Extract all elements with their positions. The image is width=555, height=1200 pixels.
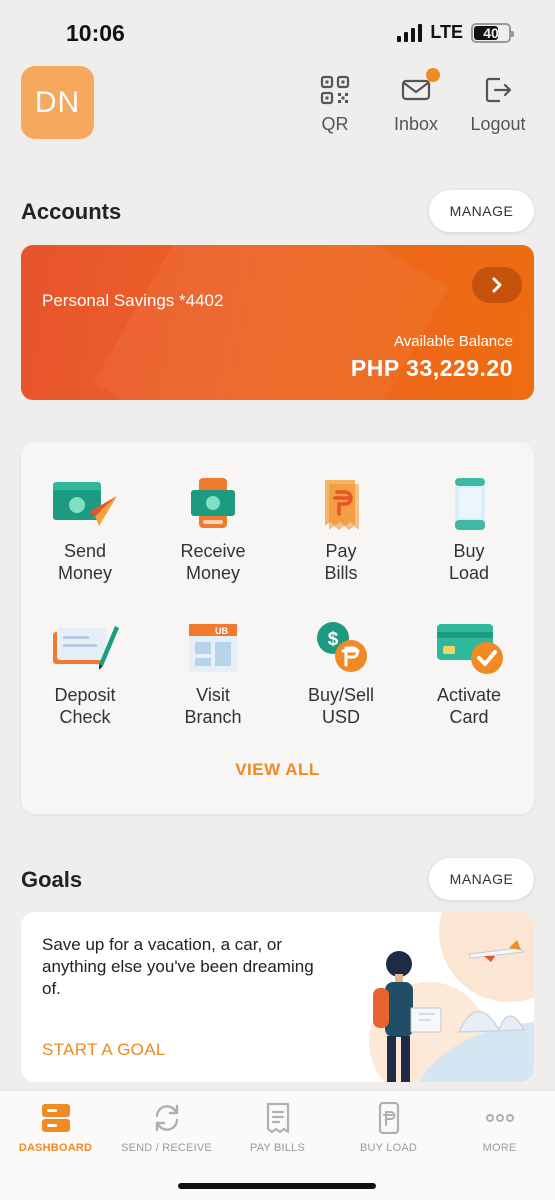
action-label-line2: USD <box>321 707 360 727</box>
nav-send-receive[interactable]: SEND / RECEIVE <box>111 1101 222 1154</box>
action-visit-branch[interactable]: UB Visit Branch <box>149 620 277 728</box>
logout-label: Logout <box>470 114 526 134</box>
action-label-line1: Receive <box>180 541 246 561</box>
qr-code-icon <box>319 74 351 106</box>
action-label-line2: Branch <box>184 707 242 727</box>
action-activate-card[interactable]: Activate Card <box>405 620 533 728</box>
deposit-check-icon <box>49 620 121 676</box>
mail-icon <box>400 68 440 106</box>
svg-text:$: $ <box>328 629 339 650</box>
action-label-line1: Buy/Sell <box>307 685 375 705</box>
send-money-icon <box>49 476 121 532</box>
action-label-line1: Deposit <box>54 685 116 705</box>
action-label-line2: Check <box>59 707 111 727</box>
goals-manage-button[interactable]: MANAGE <box>429 858 534 900</box>
action-label-line1: Buy <box>453 541 485 561</box>
action-pay-bills[interactable]: Pay Bills <box>277 476 405 584</box>
app-header: DN QR Inbox Logout <box>0 62 555 147</box>
phone-load-icon <box>372 1101 406 1135</box>
action-deposit-check[interactable]: Deposit Check <box>21 620 149 728</box>
account-card[interactable]: Personal Savings *4402 Available Balance… <box>21 245 534 400</box>
action-label-line2: Bills <box>324 563 358 583</box>
chevron-right-icon <box>492 277 502 293</box>
nav-more[interactable]: MORE <box>444 1101 555 1154</box>
svg-text:UB: UB <box>215 626 228 636</box>
nav-label: SEND / RECEIVE <box>121 1142 212 1154</box>
notification-badge <box>426 68 440 82</box>
action-label-line2: Money <box>57 563 113 583</box>
inbox-button[interactable]: Inbox <box>376 68 456 135</box>
nav-dashboard[interactable]: DASHBOARD <box>0 1101 111 1154</box>
pay-bills-icon <box>305 476 377 532</box>
account-details-button[interactable] <box>472 267 522 303</box>
accounts-manage-button[interactable]: MANAGE <box>429 190 534 232</box>
action-buy-sell-usd[interactable]: $ Buy/Sell USD <box>277 620 405 728</box>
action-label-line2: Money <box>185 563 241 583</box>
nav-pay-bills[interactable]: PAY BILLS <box>222 1101 333 1154</box>
account-name: Personal Savings *4402 <box>42 291 224 310</box>
refresh-icon <box>150 1101 184 1135</box>
dashboard-icon <box>39 1101 73 1135</box>
quick-actions-card: Send Money Receive Money Pay Bills Buy L… <box>21 442 534 814</box>
action-buy-load[interactable]: Buy Load <box>405 476 533 584</box>
goals-card: Save up for a vacation, a car, or anythi… <box>21 912 534 1082</box>
action-label-line2: Load <box>448 563 490 583</box>
signal-icon <box>397 23 423 42</box>
nav-buy-load[interactable]: BUY LOAD <box>333 1101 444 1154</box>
buy-load-icon <box>433 476 505 532</box>
network-type: LTE <box>430 22 463 42</box>
action-label-line1: Send <box>63 541 107 561</box>
goals-title: Goals <box>21 867 83 892</box>
qr-button[interactable]: QR <box>295 74 375 135</box>
action-label-line1: Activate <box>436 685 502 705</box>
action-receive-money[interactable]: Receive Money <box>149 476 277 584</box>
qr-label: QR <box>321 114 349 134</box>
action-label-line1: Visit <box>196 685 230 705</box>
logout-icon <box>482 74 514 106</box>
logout-button[interactable]: Logout <box>458 74 538 135</box>
action-label-line1: Pay <box>325 541 357 561</box>
available-balance-label: Available Balance <box>394 333 513 350</box>
nav-label: PAY BILLS <box>249 1142 305 1154</box>
nav-label: BUY LOAD <box>359 1142 418 1154</box>
receive-money-icon <box>177 476 249 532</box>
status-time: 10:06 <box>66 20 125 46</box>
status-bar: 10:06 LTE 40 <box>0 0 555 62</box>
nav-label: MORE <box>482 1142 517 1154</box>
avatar[interactable]: DN <box>21 66 94 139</box>
status-indicators: LTE 40 <box>397 22 514 43</box>
buy-sell-usd-icon: $ <box>305 620 377 676</box>
receipt-icon <box>261 1101 295 1135</box>
accounts-title: Accounts <box>21 199 122 224</box>
action-label-line2: Card <box>449 707 489 727</box>
goals-description: Save up for a vacation, a car, or anythi… <box>42 935 314 998</box>
action-send-money[interactable]: Send Money <box>21 476 149 584</box>
battery-level: 40 <box>483 24 499 41</box>
inbox-label: Inbox <box>393 114 439 134</box>
traveler-illustration-icon <box>369 912 534 1082</box>
activate-card-icon <box>433 620 505 676</box>
battery-icon: 40 <box>471 22 514 43</box>
nav-label: DASHBOARD <box>18 1142 93 1154</box>
visit-branch-icon: UB <box>177 620 249 676</box>
more-dots-icon <box>483 1101 517 1135</box>
start-goal-link[interactable]: START A GOAL <box>42 1040 166 1060</box>
view-all-link[interactable]: VIEW ALL <box>21 760 534 780</box>
account-balance: PHP 33,229.20 <box>350 355 513 381</box>
home-indicator[interactable] <box>178 1183 376 1189</box>
